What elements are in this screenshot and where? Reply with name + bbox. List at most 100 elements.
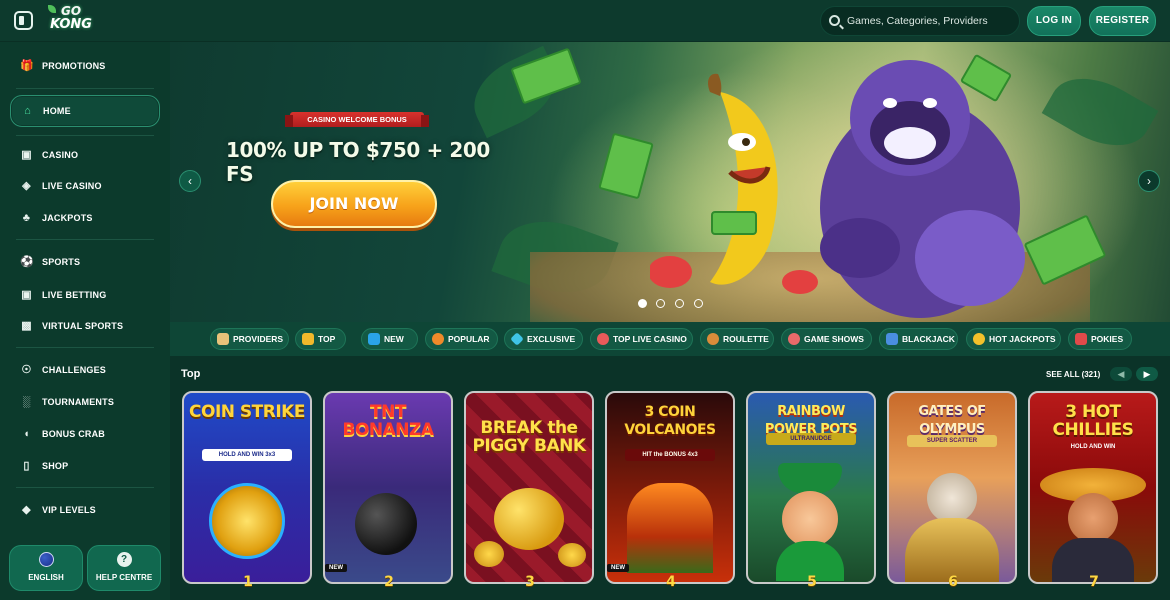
login-button[interactable]: LOG IN xyxy=(1027,6,1081,36)
game-title: COIN STRIKE xyxy=(189,402,305,422)
search-icon xyxy=(829,15,840,26)
new-badge: NEW xyxy=(607,564,629,572)
help-centre-button[interactable]: ? HELP CENTRE xyxy=(87,545,161,591)
sidebar-item-label: VIP LEVELS xyxy=(42,505,96,515)
top-games-section: Top SEE ALL (321) ◀ ▶ COIN STRIKE HOLD A… xyxy=(170,356,1170,600)
live-icon: ▣ xyxy=(21,289,32,301)
chip-label: ROULETTE xyxy=(723,334,769,344)
category-top[interactable]: TOP xyxy=(295,328,346,350)
game-title: GATES OF OLYMPUS xyxy=(918,404,986,437)
chevron-left-icon[interactable]: ‹ xyxy=(179,170,201,192)
sidebar-item-challenges[interactable]: ☉ CHALLENGES xyxy=(10,357,160,383)
divider xyxy=(16,239,154,240)
sidebar-item-home[interactable]: ⌂ HOME xyxy=(10,95,160,127)
chip-label: PROVIDERS xyxy=(233,334,284,344)
lightning-coin-art xyxy=(209,483,285,559)
game-tile-tnt-bonanza[interactable]: TNT BONANZA NEW xyxy=(323,391,453,584)
sidebar-item-label: HOME xyxy=(43,106,71,116)
volcano-art xyxy=(627,483,713,573)
hero-banner[interactable]: CASINO WELCOME BONUS 100% UP TO $750 + 2… xyxy=(170,42,1170,322)
live-casino-icon: ◈ xyxy=(22,180,31,192)
language-button[interactable]: ENGLISH xyxy=(9,545,83,591)
hero-title: 100% UP TO $750 + 200 FS xyxy=(226,138,490,186)
sidebar-item-label: CASINO xyxy=(42,150,79,160)
carousel-dot[interactable] xyxy=(694,299,703,308)
category-pokies[interactable]: POKIES xyxy=(1068,328,1132,350)
fire-icon xyxy=(432,333,444,345)
game-tile-3-coin-volcanoes[interactable]: 3 COIN VOLCANOES HIT the BONUS 4x3 NEW xyxy=(605,391,735,584)
search-input[interactable] xyxy=(847,7,1017,35)
category-hot-jackpots[interactable]: HOT JACKPOTS xyxy=(966,328,1061,350)
diamond-icon xyxy=(510,332,524,346)
category-game-shows[interactable]: GAME SHOWS xyxy=(781,328,872,350)
see-all-link[interactable]: SEE ALL (321) xyxy=(1046,370,1100,379)
sidebar-item-label: JACKPOTS xyxy=(42,213,93,223)
sidebar-item-vip-levels[interactable]: ◆ VIP LEVELS xyxy=(10,497,160,523)
chevron-right-icon[interactable]: › xyxy=(1138,170,1160,192)
menu-toggle-icon[interactable] xyxy=(14,11,33,30)
chevron-right-icon[interactable]: ▶ xyxy=(1136,367,1158,381)
clover-icon: ♣ xyxy=(22,212,31,224)
logo[interactable]: GO KONG xyxy=(48,5,94,37)
register-button[interactable]: REGISTER xyxy=(1089,6,1156,36)
game-tile-gates-of-olympus[interactable]: GATES OF OLYMPUS SUPER SCATTER xyxy=(887,391,1017,584)
sidebar-item-sports[interactable]: ⚽ SPORTS xyxy=(10,249,160,275)
rank-badge: 6 xyxy=(933,570,973,594)
category-blackjack[interactable]: BLACKJACK xyxy=(879,328,958,350)
game-tile-break-the-piggy-bank[interactable]: BREAK the PIGGY BANK xyxy=(464,391,594,584)
game-subtitle: HOLD AND WIN xyxy=(1070,444,1116,450)
welcome-bonus-badge: CASINO WELCOME BONUS xyxy=(285,112,429,127)
game-title: TNT BONANZA xyxy=(342,402,434,440)
sidebar-item-virtual-sports[interactable]: ▩ VIRTUAL SPORTS xyxy=(10,313,160,339)
game-title: 3 HOT CHILLIES xyxy=(1052,402,1134,440)
sidebar-item-casino[interactable]: ▣ CASINO xyxy=(10,142,160,168)
game-title: BREAK the PIGGY BANK xyxy=(472,418,586,456)
chip-label: TOP xyxy=(318,334,336,344)
top-bar: GO KONG LOG IN REGISTER xyxy=(0,0,1170,42)
rank-badge: 2 xyxy=(369,570,409,594)
game-tile-rainbow-power-pots[interactable]: RAINBOW POWER POTS ULTRANUDGE xyxy=(746,391,876,584)
search-box[interactable] xyxy=(820,6,1020,36)
help-icon: ? xyxy=(116,552,132,567)
divider xyxy=(16,135,154,136)
sidebar: 🎁 PROMOTIONS ⌂ HOME ▣ CASINO ◈ LIVE CASI… xyxy=(0,42,170,600)
sidebar-item-shop[interactable]: ▯ SHOP xyxy=(10,453,160,479)
sidebar-item-tournaments[interactable]: ░ TOURNAMENTS xyxy=(10,389,160,415)
leprechaun-face-art xyxy=(782,491,838,547)
mariachi-face-art xyxy=(1068,493,1118,543)
sidebar-item-bonus-crab[interactable]: ◖ BONUS CRAB xyxy=(10,421,160,447)
game-subtitle: ULTRANUDGE xyxy=(766,433,856,445)
chip-label: GAME SHOWS xyxy=(804,334,864,344)
sidebar-item-jackpots[interactable]: ♣ JACKPOTS xyxy=(10,205,160,231)
carousel-dot[interactable] xyxy=(656,299,665,308)
category-popular[interactable]: POPULAR xyxy=(425,328,498,350)
category-new[interactable]: NEW xyxy=(361,328,418,350)
category-providers[interactable]: PROVIDERS xyxy=(210,328,289,350)
sidebar-item-live-betting[interactable]: ▣ LIVE BETTING xyxy=(10,282,160,308)
section-title: Top xyxy=(181,368,201,380)
diamond-icon: ◆ xyxy=(22,504,31,516)
sidebar-item-label: TOURNAMENTS xyxy=(42,397,115,407)
divider xyxy=(16,88,154,89)
virtual-sports-icon: ▩ xyxy=(21,320,32,332)
chip-label: POKIES xyxy=(1091,334,1124,344)
sidebar-item-live-casino[interactable]: ◈ LIVE CASINO xyxy=(10,173,160,199)
chip-token-icon xyxy=(597,333,609,345)
chevron-left-icon[interactable]: ◀ xyxy=(1110,367,1132,381)
carousel-dot[interactable] xyxy=(638,299,647,308)
crown-icon xyxy=(302,333,314,345)
leprechaun-hat-art xyxy=(778,463,842,493)
chip-label: EXCLUSIVE xyxy=(527,334,576,344)
category-top-live-casino[interactable]: TOP LIVE CASINO xyxy=(590,328,693,350)
providers-icon xyxy=(217,333,229,345)
carousel-dot[interactable] xyxy=(675,299,684,308)
game-tile-coin-strike[interactable]: COIN STRIKE HOLD AND WIN 3x3 xyxy=(182,391,312,584)
podium-icon: ░ xyxy=(22,396,31,408)
divider xyxy=(16,487,154,488)
category-roulette[interactable]: ROULETTE xyxy=(700,328,774,350)
join-now-button[interactable]: JOIN NOW xyxy=(271,180,437,228)
sidebar-item-promotions[interactable]: 🎁 PROMOTIONS xyxy=(10,53,160,79)
category-exclusive[interactable]: EXCLUSIVE xyxy=(504,328,583,350)
game-tile-3-hot-chillies[interactable]: 3 HOT CHILLIES HOLD AND WIN xyxy=(1028,391,1158,584)
crab-icon: ◖ xyxy=(23,428,30,440)
